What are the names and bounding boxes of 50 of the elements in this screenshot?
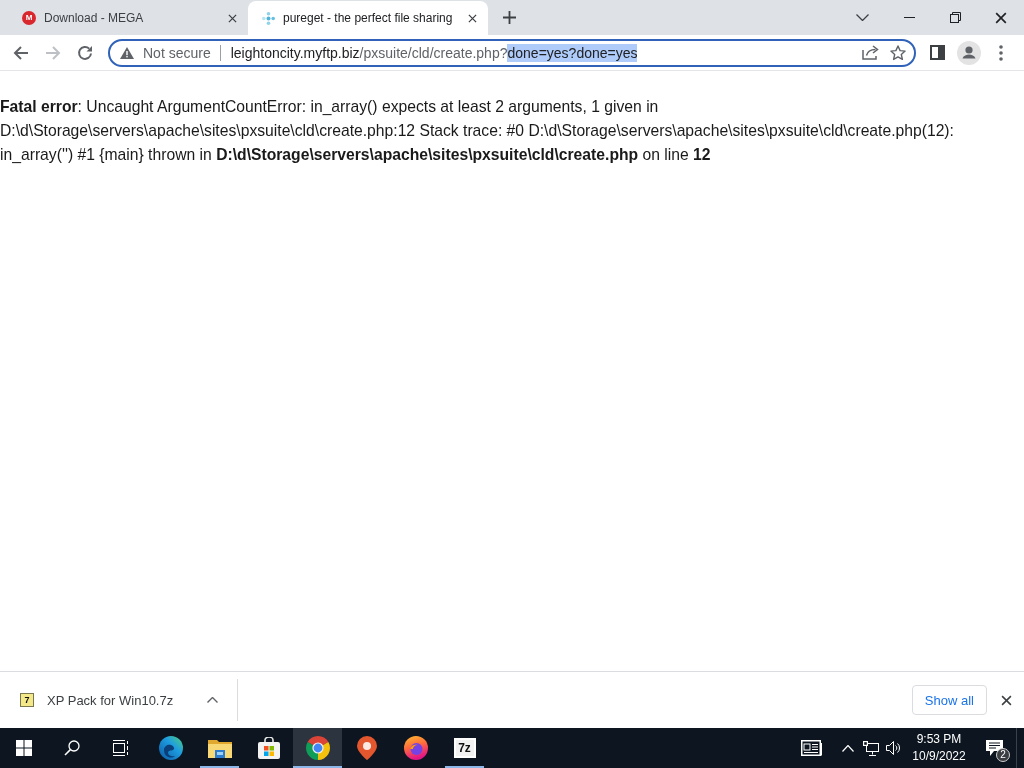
taskbar-app-button[interactable]: 7z [440, 728, 489, 768]
url-path-text: /pxsuite/cld/create.php? [359, 43, 508, 62]
taskbar-app-button[interactable] [293, 728, 342, 768]
download-item[interactable]: 7 XP Pack for Win10.7z [20, 682, 174, 718]
network-monitor-icon [863, 740, 879, 756]
map-pin-icon [356, 736, 377, 760]
browser-tab[interactable]: pureget - the perfect file sharing [248, 1, 488, 35]
tricolor-circle-logo-icon [305, 736, 330, 760]
reload-icon [77, 44, 93, 61]
round-logo-icon [403, 736, 428, 760]
show-all-button[interactable]: Show all [911, 685, 987, 715]
selected-url-text: done=yes?done=yes [507, 43, 638, 62]
address-bar[interactable]: Not secure leightoncity.myftp.biz/pxsuite/cld/create.php?done=yes?done=yes [108, 38, 916, 67]
shopping-bag-icon [257, 737, 280, 759]
plus-icon [502, 11, 516, 24]
kebab-menu-icon [999, 44, 1003, 61]
forward-arrow-icon [45, 44, 61, 61]
person-avatar-icon [957, 40, 981, 65]
chevron-up-icon [206, 697, 218, 703]
site-info-button[interactable]: Not secure [120, 41, 211, 64]
share-icon [861, 45, 879, 60]
close-icon [995, 11, 1007, 24]
browser-tab[interactable]: M Download - MEGA [8, 1, 248, 35]
notification-count-badge: 2 [996, 748, 1010, 762]
star-icon [890, 44, 906, 61]
archive-app-icon: 7z [453, 738, 476, 758]
warning-icon [120, 46, 134, 59]
folder-icon [207, 738, 232, 758]
archive-file-icon: 7 [20, 693, 34, 707]
chevron-up-icon [842, 744, 854, 752]
minimize-icon [903, 17, 915, 18]
swirl-logo-icon [158, 736, 183, 760]
restore-icon [949, 12, 961, 23]
close-icon [227, 13, 237, 23]
search-icon [64, 740, 80, 756]
chevron-down-icon [855, 14, 869, 21]
side-panel-icon [929, 45, 945, 60]
error-message: Fatal error: Uncaught ArgumentCountError: in_array() expects at least 2 arguments, 1 given in D:\d\Storage\servers\apache\sites\pxsuite\cld\create.php:12 Stack trace: #0 D:\d\Storage\servers\apache\sites\pxsuite\cld\create.php(12): in_array('') #1 {main} thrown in D:\d\Storage\servers\apache\sites\pxsuite\cld\create.php on line 12 [0, 97, 955, 165]
dot-cluster-icon [262, 11, 275, 25]
newspaper-icon [801, 740, 823, 756]
close-icon [1000, 694, 1012, 706]
speaker-icon [885, 741, 901, 755]
close-icon [467, 13, 477, 23]
clock-button[interactable]: 9:53 PM 10/9/2022 [906, 728, 972, 768]
windows-logo-icon [16, 740, 32, 756]
letter-logo-icon: M [22, 11, 36, 25]
url-host-text: leightoncity.myftp.biz [230, 43, 360, 62]
task-view-icon [111, 740, 129, 756]
back-arrow-icon [13, 44, 29, 61]
notification-button[interactable]: 2 [972, 728, 1016, 768]
